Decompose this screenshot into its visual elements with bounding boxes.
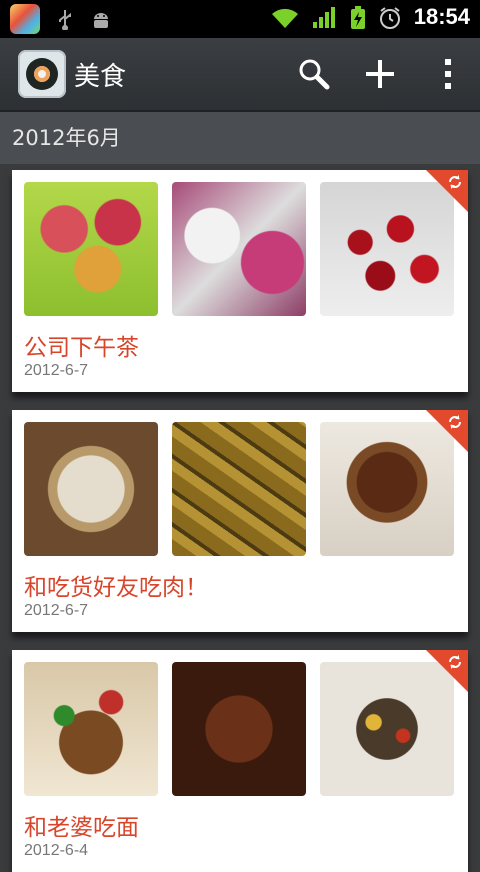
alarm-icon — [378, 6, 402, 29]
sync-icon — [449, 415, 461, 429]
more-vertical-icon — [445, 59, 451, 89]
photo-thumbnail[interactable] — [24, 182, 158, 316]
status-bar: 18:54 — [0, 0, 480, 38]
album-date: 2012-6-7 — [24, 362, 89, 379]
overflow-menu-button[interactable] — [424, 50, 472, 98]
album-title: 和吃货好友吃肉！ — [24, 575, 208, 601]
photo-thumbnail[interactable] — [24, 662, 158, 796]
add-button[interactable] — [356, 50, 404, 98]
photo-thumbnail[interactable] — [24, 422, 158, 556]
notification-app-icon — [10, 4, 40, 34]
photo-thumbnail[interactable] — [172, 662, 306, 796]
plus-icon — [366, 60, 394, 88]
album-title: 和老婆吃面 — [24, 815, 139, 841]
search-button[interactable] — [290, 50, 338, 98]
sync-icon — [449, 655, 461, 669]
album-card[interactable]: 和老婆吃面 2012-6-4 — [12, 650, 468, 872]
search-icon — [299, 59, 330, 90]
usb-icon — [54, 8, 76, 31]
photo-thumbnail[interactable] — [172, 182, 306, 316]
section-header-month: 2012年6月 — [0, 112, 480, 164]
page-title: 美食 — [74, 62, 127, 92]
album-card[interactable]: 公司下午茶 2012-6-7 — [12, 170, 468, 392]
album-date: 2012-6-4 — [24, 842, 89, 859]
android-debug-icon — [90, 8, 112, 30]
wifi-icon — [270, 6, 300, 28]
album-date: 2012-6-7 — [24, 602, 89, 619]
album-card[interactable]: 和吃货好友吃肉！ 2012-6-7 — [12, 410, 468, 632]
signal-icon — [312, 6, 338, 28]
app-logo-icon[interactable] — [18, 50, 66, 98]
action-bar: 美食 — [0, 38, 480, 112]
battery-charging-icon — [350, 6, 366, 29]
album-title: 公司下午茶 — [24, 335, 139, 361]
sync-icon — [449, 175, 461, 189]
photo-thumbnail[interactable] — [172, 422, 306, 556]
clock: 18:54 — [413, 4, 470, 29]
